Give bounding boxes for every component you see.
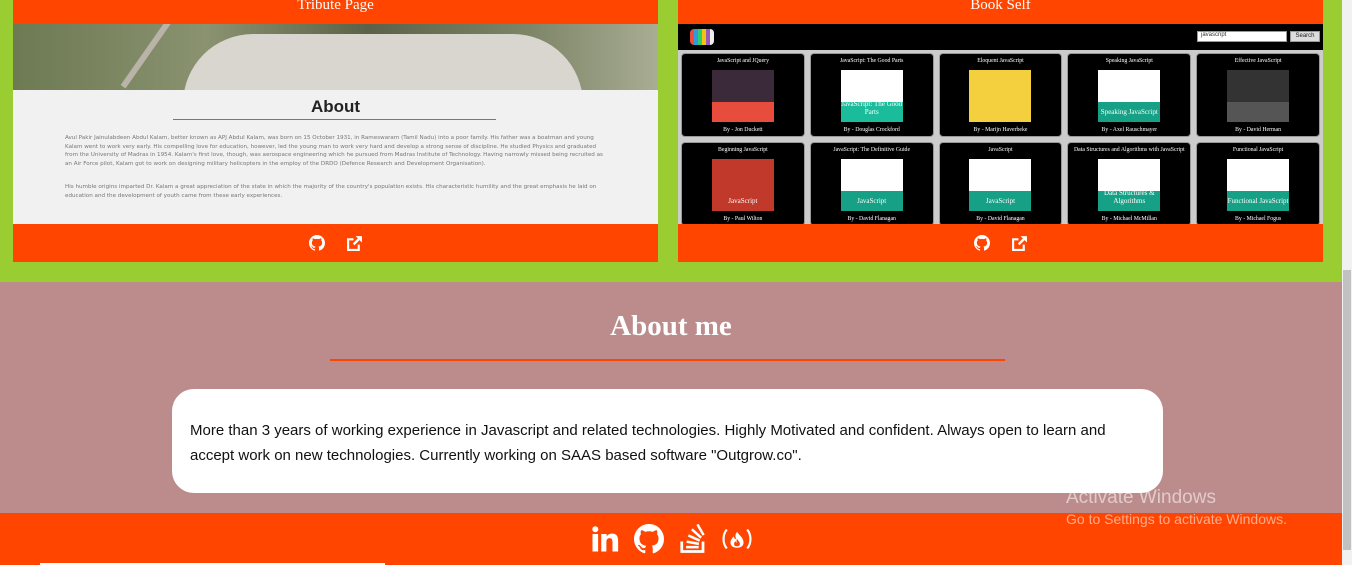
project-preview-image[interactable]: javascript Search JavaScript and JQuery B… xyxy=(678,24,1323,224)
tribute-heading: About xyxy=(310,97,361,116)
book-cover: Data Structures & Algorithms xyxy=(1098,159,1161,211)
project-card-bookself: Book Self javascript Search JavaScript a… xyxy=(678,0,1323,262)
book-card: Eloquent JavaScript By - Marijn Haverbeke xyxy=(938,53,1063,137)
book-title: Data Structures and Algorithms with Java… xyxy=(1073,147,1185,153)
tribute-paragraph: Avul Pakir Jainulabdeen Abdul Kalam, bet… xyxy=(65,135,603,167)
book-title: Eloquent JavaScript xyxy=(977,58,1024,64)
book-card: JavaScript: The Definitive Guide JavaScri… xyxy=(809,142,934,224)
book-card: Speaking JavaScript Speaking JavaScript By… xyxy=(1067,53,1192,137)
github-icon[interactable] xyxy=(972,233,992,253)
shelf-search-button: Search xyxy=(1290,31,1320,42)
book-title: Effective JavaScript xyxy=(1234,58,1282,64)
book-card: JavaScript: The Good Parts JavaScript: Th… xyxy=(809,53,934,137)
book-cover: Speaking JavaScript xyxy=(1098,70,1161,122)
book-title: JavaScript and JQuery xyxy=(716,58,769,64)
book-author: By - David Herman xyxy=(1235,127,1282,133)
about-text: More than 3 years of working experience … xyxy=(190,422,1106,464)
project-title: Tribute Page xyxy=(297,0,374,13)
book-author: By - Marijn Haverbeke xyxy=(973,127,1028,133)
book-cover-label: JavaScript: The Good Parts xyxy=(841,100,903,116)
about-section: About me More than 3 years of working ex… xyxy=(0,282,1342,513)
book-cover: JavaScript: The Good Parts xyxy=(840,70,903,122)
about-title: About me xyxy=(610,310,732,342)
book-card: JavaScript and JQuery By - Jon Duckett xyxy=(681,53,805,137)
book-cover-label: Data Structures & Algorithms xyxy=(1104,189,1155,205)
project-title: Book Self xyxy=(970,0,1031,13)
external-link-icon[interactable] xyxy=(345,233,365,253)
tribute-photo xyxy=(13,24,658,104)
book-cover: JavaScript xyxy=(969,159,1032,211)
book-author: By - Michael McMillan xyxy=(1101,216,1157,222)
page-scrollbar[interactable] xyxy=(1342,0,1352,565)
tribute-paragraph: His humble origins imparted Dr. Kalam a … xyxy=(65,184,597,199)
shelf-logo xyxy=(690,29,714,45)
book-card: Functional JavaScript Functional JavaScri… xyxy=(1196,142,1320,224)
book-cover xyxy=(1227,70,1290,122)
project-preview-image[interactable]: About Avul Pakir Jainulabdeen Abdul Kala… xyxy=(13,24,658,224)
book-author: By - David Flanagan xyxy=(847,216,896,222)
project-links xyxy=(678,224,1323,262)
book-card: Data Structures and Algorithms with Java… xyxy=(1067,142,1192,224)
footer xyxy=(0,513,1342,565)
github-icon[interactable] xyxy=(633,523,665,555)
shelf-header: javascript Search xyxy=(678,24,1323,50)
project-card-tribute: Tribute Page About Avul Pakir Jainulabde… xyxy=(13,0,658,262)
book-cover xyxy=(711,70,774,122)
book-cover xyxy=(969,70,1032,122)
book-cover-label: JavaScript xyxy=(728,197,758,205)
book-grid: JavaScript and JQuery By - Jon Duckett Jav… xyxy=(678,50,1323,224)
book-author: By - Michael Fogus xyxy=(1234,216,1282,222)
book-cover-label: Speaking JavaScript xyxy=(1100,108,1158,116)
stackoverflow-icon[interactable] xyxy=(677,523,709,555)
book-cover: Functional JavaScript xyxy=(1227,159,1290,211)
book-cover-label: Functional JavaScript xyxy=(1227,197,1289,205)
book-card: Beginning JavaScript JavaScript By - Paul … xyxy=(681,142,805,224)
book-title: Beginning JavaScript xyxy=(718,147,768,153)
book-title: JavaScript: The Good Parts xyxy=(839,58,904,64)
book-card: JavaScript JavaScript By - David Flanagan xyxy=(938,142,1063,224)
tribute-divider xyxy=(173,119,496,120)
book-cover-label: JavaScript xyxy=(985,197,1016,205)
shelf-search-input: javascript xyxy=(1197,31,1287,42)
book-author: By - Axel Rauschmayer xyxy=(1101,127,1158,133)
book-cover: JavaScript xyxy=(711,159,774,211)
projects-section: Tribute Page About Avul Pakir Jainulabde… xyxy=(0,0,1342,282)
book-title: JavaScript: The Definitive Guide xyxy=(833,147,911,153)
book-card: Effective JavaScript By - David Herman xyxy=(1196,53,1320,137)
linkedin-icon[interactable] xyxy=(589,523,621,555)
tribute-body: About Avul Pakir Jainulabdeen Abdul Kala… xyxy=(13,90,658,224)
book-cover: JavaScript xyxy=(840,159,903,211)
book-title: Speaking JavaScript xyxy=(1105,58,1153,64)
book-title: Functional JavaScript xyxy=(1232,147,1284,153)
book-title: JavaScript xyxy=(988,147,1013,153)
book-cover-label: JavaScript xyxy=(857,197,887,205)
about-divider xyxy=(330,359,1005,361)
external-link-icon[interactable] xyxy=(1010,233,1030,253)
about-card: More than 3 years of working experience … xyxy=(172,389,1163,493)
book-author: By - Douglas Crockford xyxy=(843,127,900,133)
project-links xyxy=(13,224,658,262)
book-author: By - Jon Duckett xyxy=(723,127,763,133)
github-icon[interactable] xyxy=(307,233,327,253)
freecodecamp-icon[interactable] xyxy=(721,523,753,555)
book-author: By - Paul Wilton xyxy=(723,216,763,222)
book-author: By - David Flanagan xyxy=(976,216,1025,222)
scrollbar-thumb[interactable] xyxy=(1343,270,1351,550)
